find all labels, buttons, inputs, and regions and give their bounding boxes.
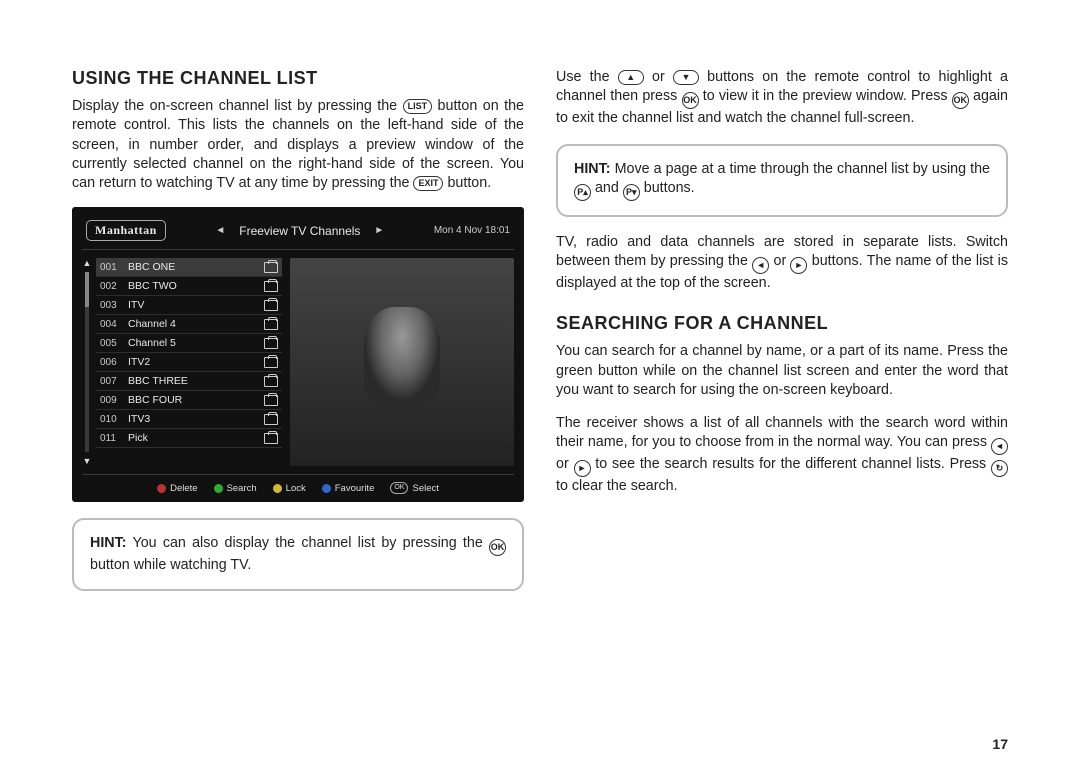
channel-name: Channel 4 [128, 318, 264, 330]
channel-number: 007 [100, 376, 128, 387]
channel-preview [290, 258, 514, 466]
channel-row: 002BBC TWO [96, 277, 282, 296]
tv-icon [264, 357, 278, 368]
tv-icon [264, 262, 278, 273]
scroll-up-icon: ▲ [83, 258, 92, 268]
channel-number: 002 [100, 281, 128, 292]
right-button-icon: ► [790, 257, 807, 274]
page-number: 17 [992, 736, 1008, 752]
channel-row: 007BBC THREE [96, 372, 282, 391]
footer-favourite: Favourite [322, 482, 375, 494]
yellow-dot-icon [273, 484, 282, 493]
channel-row: 003ITV [96, 296, 282, 315]
channel-row: 005Channel 5 [96, 334, 282, 353]
blue-dot-icon [322, 484, 331, 493]
nav-right-icon: ► [374, 225, 384, 236]
ok-button-icon: OK [682, 92, 699, 109]
right-column: Use the ▲ or ▼ buttons on the remote con… [556, 68, 1008, 607]
paragraph-separate-lists: TV, radio and data channels are stored i… [556, 233, 1008, 293]
nav-left-icon: ◄ [215, 225, 225, 236]
green-dot-icon [214, 484, 223, 493]
channel-number: 010 [100, 414, 128, 425]
channel-row: 010ITV3 [96, 410, 282, 429]
channel-name: BBC TWO [128, 280, 264, 292]
paragraph-use-buttons: Use the ▲ or ▼ buttons on the remote con… [556, 68, 1008, 128]
tv-clock: Mon 4 Nov 18:01 [434, 225, 510, 236]
up-button-icon: ▲ [618, 70, 644, 85]
down-button-icon: ▼ [673, 70, 699, 85]
tv-icon [264, 433, 278, 444]
paragraph-intro: Display the on-screen channel list by pr… [72, 97, 524, 193]
channel-name: BBC FOUR [128, 394, 264, 406]
ok-button-icon: OK [952, 92, 969, 109]
footer-select: OKSelect [390, 482, 439, 494]
channel-number: 004 [100, 319, 128, 330]
left-button-icon: ◄ [752, 257, 769, 274]
channel-list: 001BBC ONE002BBC TWO003ITV004Channel 400… [96, 258, 282, 466]
channel-number: 009 [100, 395, 128, 406]
tv-icon [264, 300, 278, 311]
footer-lock: Lock [273, 482, 306, 494]
channel-name: ITV [128, 299, 264, 311]
ok-button-icon: OK [489, 539, 506, 556]
channel-row: 006ITV2 [96, 353, 282, 372]
list-button-icon: LIST [403, 99, 433, 114]
channel-name: Pick [128, 432, 264, 444]
page-up-button-icon: P▴ [574, 184, 591, 201]
tv-icon [264, 414, 278, 425]
channel-row: 011Pick [96, 429, 282, 448]
paragraph-search-intro: You can search for a channel by name, or… [556, 342, 1008, 400]
hint-box-2: HINT: Move a page at a time through the … [556, 144, 1008, 217]
channel-row: 001BBC ONE [96, 258, 282, 277]
footer-delete: Delete [157, 482, 197, 494]
channel-name: BBC ONE [128, 261, 264, 273]
page-down-button-icon: P▾ [623, 184, 640, 201]
hint-box-1: HINT: You can also display the channel l… [72, 518, 524, 591]
clear-button-icon: ↻ [991, 460, 1008, 477]
channel-name: ITV2 [128, 356, 264, 368]
tv-icon [264, 319, 278, 330]
channel-number: 006 [100, 357, 128, 368]
channel-name: Channel 5 [128, 337, 264, 349]
channel-row: 004Channel 4 [96, 315, 282, 334]
paragraph-search-results: The receiver shows a list of all channel… [556, 414, 1008, 496]
channel-name: BBC THREE [128, 375, 264, 387]
heading-using-channel-list: USING THE CHANNEL LIST [72, 68, 524, 89]
channel-row: 009BBC FOUR [96, 391, 282, 410]
heading-searching: SEARCHING FOR A CHANNEL [556, 313, 1008, 334]
tv-icon [264, 376, 278, 387]
right-button-icon: ► [574, 460, 591, 477]
left-button-icon: ◄ [991, 438, 1008, 455]
channel-number: 003 [100, 300, 128, 311]
channel-number: 001 [100, 262, 128, 273]
tv-title: Freeview TV Channels [239, 224, 360, 238]
footer-search: Search [214, 482, 257, 494]
scroll-down-icon: ▼ [83, 456, 92, 466]
tv-icon [264, 338, 278, 349]
channel-list-screenshot: Manhattan ◄ Freeview TV Channels ► Mon 4… [72, 207, 524, 502]
exit-button-icon: EXIT [413, 176, 443, 191]
tv-logo: Manhattan [86, 220, 166, 241]
ok-pill-icon: OK [390, 482, 408, 494]
channel-scrollbar: ▲ ▼ [82, 258, 92, 466]
channel-number: 005 [100, 338, 128, 349]
red-dot-icon [157, 484, 166, 493]
tv-footer: Delete Search Lock Favourite OKSelect [82, 474, 514, 494]
tv-icon [264, 281, 278, 292]
tv-icon [264, 395, 278, 406]
channel-name: ITV3 [128, 413, 264, 425]
channel-number: 011 [100, 433, 128, 444]
left-column: USING THE CHANNEL LIST Display the on-sc… [72, 68, 524, 607]
